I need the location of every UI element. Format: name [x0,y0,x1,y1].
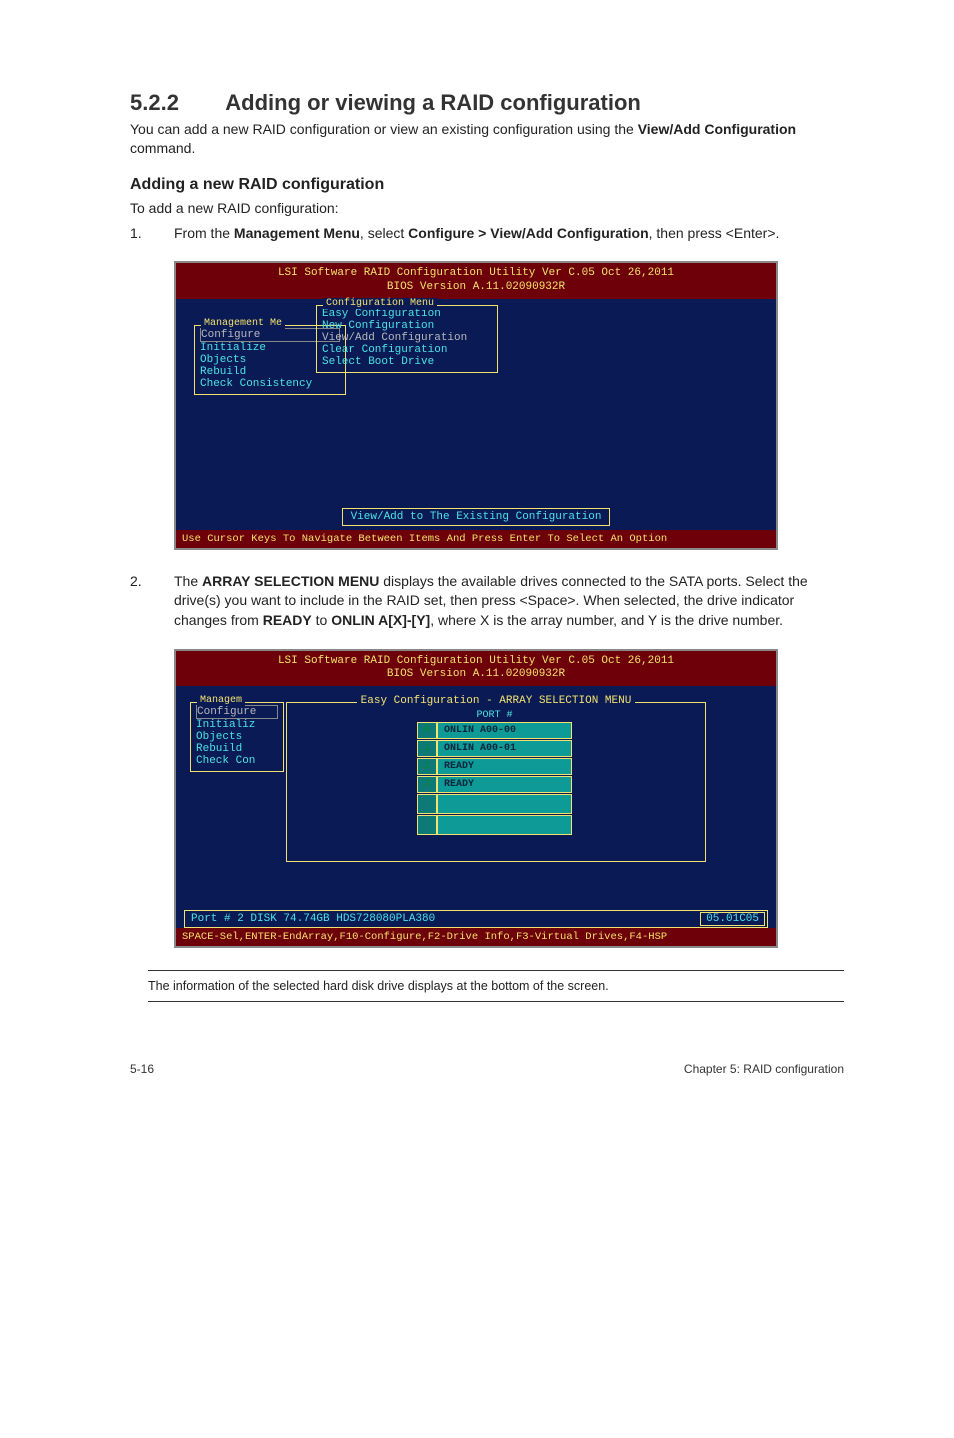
step-number: 2. [130,572,174,631]
section-title-text: Adding or viewing a RAID configuration [225,90,641,115]
cfg-item-boot[interactable]: Select Boot Drive [322,356,492,368]
port-row-1[interactable]: 1 ONLIN A00-01 [417,740,572,757]
port-row-empty-2 [417,815,572,835]
page-number: 5-16 [130,1062,154,1076]
step-2: 2. The ARRAY SELECTION MENU displays the… [130,572,844,631]
menu-item-check-consistency[interactable]: Check Con [196,755,278,767]
bios-hint-text: View/Add to The Existing Configuration [342,508,611,526]
cfg-item-clear[interactable]: Clear Configuration [322,344,492,356]
port-table: PORT # 0 ONLIN A00-00 1 ONLIN A00-01 2 R… [417,709,572,836]
management-menu-group-trunc: Managem Configure Initializ Objects Rebu… [190,702,284,772]
bios-screenshot-2: LSI Software RAID Configuration Utility … [174,649,778,949]
port-header: PORT # [417,709,572,722]
section-heading: 5.2.2 Adding or viewing a RAID configura… [130,90,844,116]
bios-title: LSI Software RAID Configuration Utility … [176,651,776,687]
menu-item-configure[interactable]: Configure [196,705,278,719]
note-text: The information of the selected hard dis… [148,970,844,1002]
management-menu-label: Management Me [201,318,285,329]
cfg-item-view-add[interactable]: View/Add Configuration [322,332,492,344]
step-text: From the Management Menu, select Configu… [174,224,779,244]
subsection-intro: To add a new RAID configuration: [130,200,844,216]
menu-item-objects[interactable]: Objects [196,731,278,743]
array-selection-panel: Easy Configuration - ARRAY SELECTION MEN… [286,702,706,862]
menu-item-initialize[interactable]: Initializ [196,719,278,731]
menu-item-rebuild[interactable]: Rebuild [196,743,278,755]
chapter-label: Chapter 5: RAID configuration [684,1062,844,1076]
step-number: 1. [130,224,174,244]
port-row-empty-1 [417,794,572,814]
step-text: The ARRAY SELECTION MENU displays the av… [174,572,844,631]
page-footer: 5-16 Chapter 5: RAID configuration [130,1062,844,1076]
subsection-heading: Adding a new RAID configuration [130,176,844,194]
bios-hint: View/Add to The Existing Configuration [176,502,776,530]
step-1: 1. From the Management Menu, select Conf… [130,224,844,244]
bios-footer: SPACE-Sel,ENTER-EndArray,F10-Configure,F… [176,928,776,946]
note-block: The information of the selected hard dis… [130,970,844,1002]
cfg-item-new[interactable]: New Configuration [322,320,492,332]
array-selection-label: Easy Configuration - ARRAY SELECTION MEN… [357,695,636,707]
bios-title: LSI Software RAID Configuration Utility … [176,263,776,299]
cfg-item-easy[interactable]: Easy Configuration [322,308,492,320]
drive-info-right: 05.01C05 [700,912,765,926]
management-menu-label: Managem [197,695,245,706]
port-row-0[interactable]: 0 ONLIN A00-00 [417,722,572,739]
drive-info-bar: Port # 2 DISK 74.74GB HDS728080PLA380 05… [184,910,768,928]
bios-footer: Use Cursor Keys To Navigate Between Item… [176,530,776,548]
menu-item-check-consistency[interactable]: Check Consistency [200,378,340,390]
section-number: 5.2.2 [130,90,220,116]
configuration-menu-label: Configuration Menu [323,298,437,309]
drive-info-left: Port # 2 DISK 74.74GB HDS728080PLA380 [191,913,435,925]
configuration-menu-group: Configuration Menu Easy Configuration Ne… [316,305,498,373]
bios-screenshot-1: LSI Software RAID Configuration Utility … [174,261,778,550]
port-row-3[interactable]: 3 READY [417,776,572,793]
port-row-2[interactable]: 2 READY [417,758,572,775]
section-lead: You can add a new RAID configuration or … [130,120,844,158]
